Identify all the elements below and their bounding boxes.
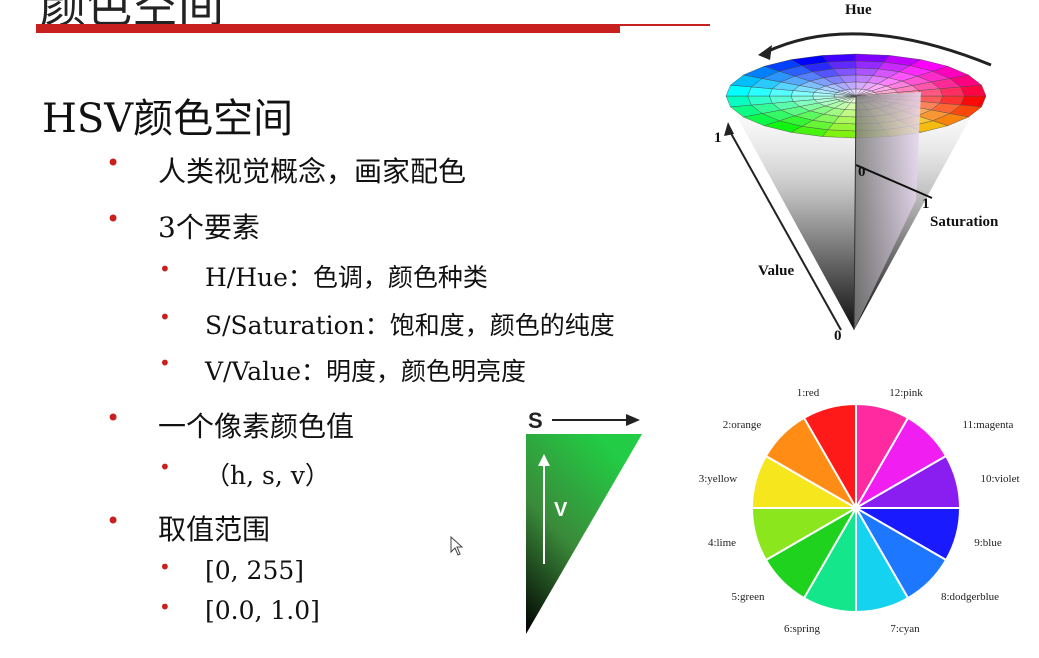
sv-triangle-figure: S V [518,404,648,640]
bullet-dot-icon: • [106,404,121,432]
bullet-text: 一个像素颜色值 [158,410,355,443]
bullet-dot-icon: • [106,507,121,535]
bullet-item: • V/Value：明度，颜色明亮度 [159,351,527,388]
bullet-item: • 取值范围 [106,507,271,548]
color-wheel-label: 11:magenta [963,419,1014,431]
color-wheel-label: 2:orange [723,419,762,431]
bullet-dot-icon: • [159,257,171,281]
hue-label: Hue [845,2,872,18]
bullet-item: • H/Hue：色调，颜色种类 [159,257,488,294]
value-min-label: 0 [834,328,842,344]
value-label: Value [758,263,794,279]
color-wheel-label: 4:lime [708,537,736,549]
color-wheel-label: 9:blue [974,537,1002,549]
bullet-text: V/Value：明度，颜色明亮度 [205,357,527,386]
bullet-text: [0.0, 1.0] [205,596,320,625]
v-axis-label: V [554,499,568,521]
bullet-dot-icon: • [159,555,171,579]
color-wheel-label: 3:yellow [699,473,738,485]
color-wheel-figure: 1:red 12:pink 11:magenta 10:violet 9:blue 8:d… [680,380,1035,642]
color-wheel-label: 1:red [797,387,820,399]
mouse-cursor-icon [450,535,464,560]
value-arrowhead-icon [724,122,734,136]
bullet-dot-icon: • [106,149,121,177]
saturation-label: Saturation [930,214,999,230]
bullet-item: • 一个像素颜色值 [106,404,355,445]
color-wheel-label: 6:spring [784,623,821,635]
bullet-text: （h, s, v） [205,461,330,490]
s-axis-label: S [528,408,543,433]
title-underline-thin [620,24,710,26]
bullet-text: [0, 255] [205,556,305,585]
bullet-text: S/Saturation：饱和度，颜色的纯度 [205,311,615,340]
bullet-dot-icon: • [159,305,171,329]
bullet-dot-icon: • [106,205,121,233]
bullet-text: H/Hue：色调，颜色种类 [205,263,488,292]
page-heading: HSV颜色空间 [42,96,294,142]
color-wheel-label: 12:pink [889,387,923,399]
color-wheel-label: 7:cyan [890,623,920,635]
bullet-item: • S/Saturation：饱和度，颜色的纯度 [159,305,615,342]
bullet-item: • [0.0, 1.0] [159,595,320,625]
bullet-item: • [0, 255] [159,555,305,585]
color-wheel-label: 10:violet [980,473,1019,485]
value-max-label: 1 [714,130,722,146]
bullet-dot-icon: • [159,455,171,479]
color-wheel-label: 5:green [732,591,765,603]
bullet-text: 人类视觉概念，画家配色 [158,155,467,188]
s-arrowhead-icon [626,414,640,426]
cone-top-cell [855,53,891,63]
saturation-one-label: 1 [922,196,930,212]
bullet-item: • 3个要素 [106,205,260,246]
hue-arrowhead-icon [758,45,772,60]
cone-top-cell [821,53,857,63]
saturation-zero-label: 0 [858,164,866,180]
bullet-text: 3个要素 [158,211,260,244]
bullet-item: • 人类视觉概念，画家配色 [106,149,467,190]
bullet-text: 取值范围 [158,513,271,546]
bullet-dot-icon: • [159,351,171,375]
title-underline-bar [36,24,620,33]
hsv-cone-figure: Hue 1 0 1 Saturation Value 0 [706,0,1036,345]
color-wheel-label: 8:dodgerblue [941,591,999,603]
bullet-item: • （h, s, v） [159,455,330,492]
bullet-dot-icon: • [159,595,171,619]
